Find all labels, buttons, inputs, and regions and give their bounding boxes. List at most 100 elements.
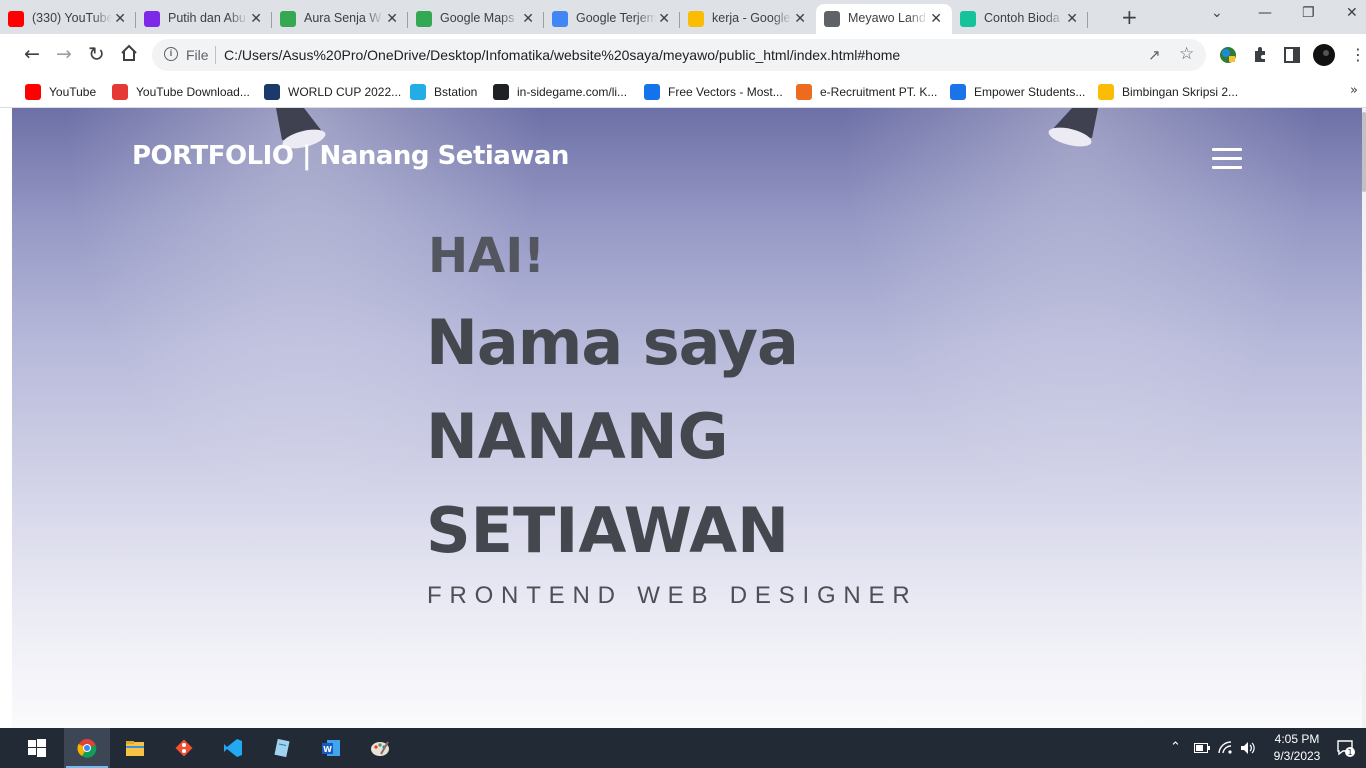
taskbar-paint[interactable] [357, 728, 403, 768]
hamburger-menu-icon[interactable] [1212, 148, 1242, 170]
tab-8[interactable]: Contoh Bioda ✕ [952, 4, 1088, 34]
notepad-icon [274, 738, 290, 758]
freepik-icon [644, 84, 660, 100]
taskbar-chrome[interactable] [64, 728, 110, 768]
bookmark-star-icon[interactable]: ☆ [1179, 44, 1194, 64]
chrome-icon [77, 739, 97, 758]
tab-close-icon[interactable]: ✕ [522, 10, 534, 27]
close-window-icon[interactable]: ✕ [1346, 5, 1358, 21]
bookmark-item[interactable]: Bimbingan Skripsi 2... [1098, 82, 1238, 102]
notification-center-icon[interactable]: 1 [1336, 738, 1356, 762]
info-icon[interactable]: i [164, 47, 178, 61]
taskbar-word[interactable]: W [308, 728, 354, 768]
tab-title: Putih dan Abu [168, 11, 246, 25]
bookmark-item[interactable]: Bstation [410, 82, 477, 102]
forward-button[interactable]: → [56, 43, 72, 65]
battery-icon[interactable] [1194, 742, 1210, 754]
youtube-icon [25, 84, 41, 100]
tab-title: Meyawo Land [848, 11, 926, 25]
new-tab-button[interactable]: + [1121, 5, 1138, 29]
bookmark-item[interactable]: in-sidegame.com/li... [493, 82, 627, 102]
drive-icon [1098, 84, 1114, 100]
drive-icon [688, 11, 704, 27]
scrollbar-thumb[interactable] [1362, 112, 1366, 192]
tab-2[interactable]: Putih dan Abu ✕ [136, 4, 272, 34]
hero-section: PORTFOLIO | Nanang Setiawan HAI! Nama sa… [12, 108, 1362, 728]
kai-icon [796, 84, 812, 100]
side-panel-icon[interactable] [1283, 46, 1301, 64]
tab-5[interactable]: Google Terjem ✕ [544, 4, 680, 34]
maps-icon [416, 11, 432, 27]
extensions-puzzle-icon[interactable] [1251, 46, 1269, 64]
tab-separator [1087, 12, 1088, 28]
taskbar-clock[interactable]: 4:05 PM 9/3/2023 [1262, 731, 1332, 765]
scrollbar-track[interactable] [1362, 108, 1366, 728]
volume-icon[interactable] [1240, 741, 1256, 755]
paint-icon [371, 741, 389, 756]
playstation-icon [493, 84, 509, 100]
tab-search-icon[interactable]: ⌄ [1211, 5, 1223, 21]
start-button[interactable] [14, 728, 60, 768]
tab-4[interactable]: Google Maps ✕ [408, 4, 544, 34]
minimize-icon[interactable]: — [1258, 5, 1272, 21]
tab-close-icon[interactable]: ✕ [250, 10, 262, 27]
page-viewport: PORTFOLIO | Nanang Setiawan HAI! Nama sa… [0, 108, 1366, 728]
headline-line-3: SETIAWAN [426, 494, 790, 567]
share-icon[interactable]: ↗ [1148, 46, 1161, 64]
bstation-icon [410, 84, 426, 100]
tray-chevron-icon[interactable]: ⌃ [1170, 740, 1181, 755]
tab-close-icon[interactable]: ✕ [1066, 10, 1078, 27]
reload-button[interactable]: ↻ [88, 43, 105, 65]
svg-text:W: W [323, 745, 332, 754]
grammarly-icon [960, 11, 976, 27]
profile-avatar[interactable] [1313, 44, 1335, 66]
tab-6[interactable]: kerja - Google ✕ [680, 4, 816, 34]
windows-start-icon [28, 739, 46, 757]
tab-3[interactable]: Aura Senja W ✕ [272, 4, 408, 34]
bookmark-label: YouTube [49, 85, 97, 99]
tab-7[interactable]: Meyawo Land ✕ [816, 4, 952, 34]
wifi-icon[interactable] [1218, 741, 1234, 755]
page-left-edge [0, 108, 12, 728]
site-brand[interactable]: PORTFOLIO | Nanang Setiawan [132, 141, 569, 171]
tab-close-icon[interactable]: ✕ [658, 10, 670, 27]
home-button[interactable] [119, 43, 139, 68]
bookmark-item[interactable]: WORLD CUP 2022... [264, 82, 401, 102]
home-icon [121, 44, 137, 61]
bookmark-item[interactable]: e-Recruitment PT. K... [796, 82, 937, 102]
clock-time: 4:05 PM [1274, 732, 1320, 746]
headline-line-1: Nama saya [426, 306, 799, 379]
menu-kebab-icon[interactable]: ⋮ [1350, 44, 1366, 66]
tab-1[interactable]: (330) YouTube ✕ [0, 4, 136, 34]
bookmarks-overflow-button[interactable]: » [1350, 83, 1358, 98]
bookmark-label: Free Vectors - Most... [668, 85, 783, 99]
bookmark-label: Bimbingan Skripsi 2... [1122, 85, 1239, 99]
globe-icon [824, 11, 840, 27]
back-button[interactable]: ← [24, 43, 40, 65]
bookmark-item[interactable]: YouTube [25, 82, 96, 102]
tab-close-icon[interactable]: ✕ [114, 10, 126, 27]
git-icon [175, 739, 193, 757]
bookmark-item[interactable]: Empower Students... [950, 82, 1085, 102]
restore-icon[interactable]: ❐ [1302, 5, 1315, 21]
extension-globe-icon[interactable] [1219, 46, 1237, 64]
vscode-icon [224, 739, 242, 757]
bookmark-item[interactable]: YouTube Download... [112, 82, 250, 102]
tab-close-icon[interactable]: ✕ [794, 10, 806, 27]
headline-line-2: NANANG [426, 400, 729, 473]
url-text[interactable]: C:/Users/Asus%20Pro/OneDrive/Desktop/Inf… [224, 47, 900, 63]
chat-bubble-icon: 1 [1337, 740, 1355, 757]
bookmark-label: WORLD CUP 2022... [288, 85, 402, 99]
taskbar-git[interactable] [161, 728, 207, 768]
bookmark-item[interactable]: Free Vectors - Most... [644, 82, 783, 102]
spotlight-lamp-right-icon [1048, 108, 1098, 147]
taskbar-notepad[interactable] [259, 728, 305, 768]
address-bar[interactable]: i File C:/Users/Asus%20Pro/OneDrive/Desk… [152, 39, 1206, 71]
taskbar-file-explorer[interactable] [112, 728, 158, 768]
tab-close-icon[interactable]: ✕ [930, 10, 942, 27]
tab-title: kerja - Google [712, 11, 791, 25]
windows-taskbar: W ⌃ 4:05 PM 9/3/2023 1 [0, 728, 1366, 768]
taskbar-vscode[interactable] [210, 728, 256, 768]
tab-close-icon[interactable]: ✕ [386, 10, 398, 27]
bookmark-label: Empower Students... [974, 85, 1086, 99]
